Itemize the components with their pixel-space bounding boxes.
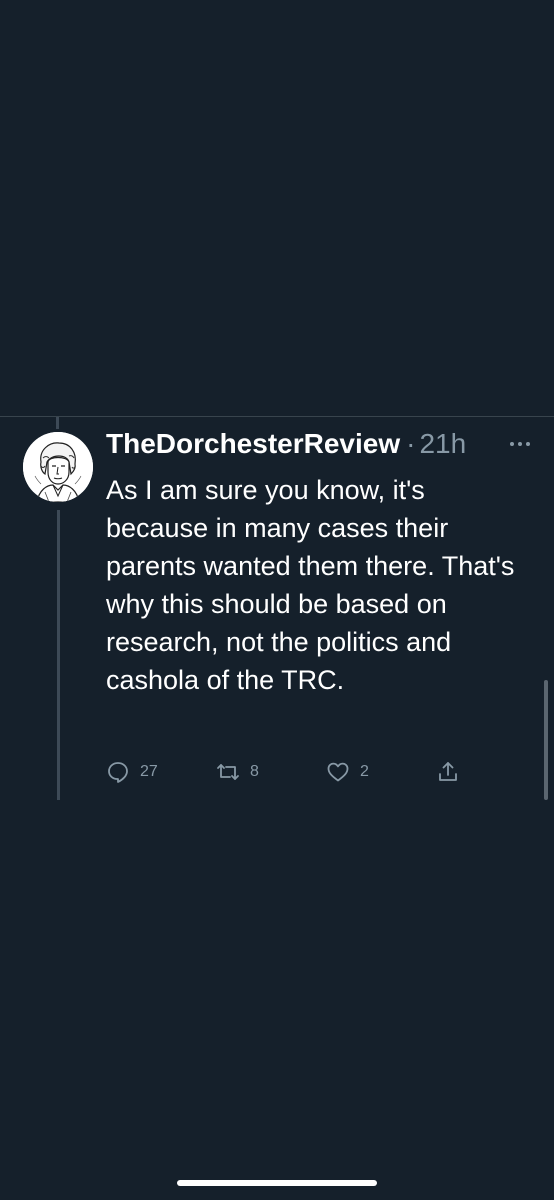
thread-line xyxy=(57,510,60,800)
tweet-text: As I am sure you know, it's because in m… xyxy=(106,475,515,695)
tweet-actions: 27 8 2 xyxy=(106,760,476,790)
retweet-icon xyxy=(217,764,239,780)
like-count: 2 xyxy=(360,763,369,780)
home-indicator[interactable] xyxy=(177,1180,377,1186)
scrollbar[interactable] xyxy=(544,680,548,800)
retweet-count: 8 xyxy=(250,763,259,780)
tweet-timestamp[interactable]: 21h xyxy=(419,428,466,460)
retweet-button[interactable]: 8 xyxy=(216,760,259,784)
reply-button[interactable]: 27 xyxy=(106,760,158,784)
reply-count: 27 xyxy=(140,763,158,780)
portrait-sketch-avatar xyxy=(23,432,93,502)
avatar[interactable] xyxy=(23,432,93,502)
tweet-header: TheDorchesterReview · 21h xyxy=(106,428,526,468)
thread-line-top xyxy=(56,417,59,429)
reply-icon xyxy=(108,762,128,783)
share-icon xyxy=(439,762,457,781)
like-button[interactable]: 2 xyxy=(326,760,369,784)
more-options-icon[interactable] xyxy=(510,438,532,450)
display-name[interactable]: TheDorchesterReview xyxy=(106,428,400,460)
share-button[interactable] xyxy=(436,760,460,784)
heart-icon xyxy=(327,762,349,782)
tweet[interactable]: TheDorchesterReview · 21h As I am sure y… xyxy=(106,428,526,699)
header-separator: · xyxy=(406,428,416,459)
section-divider xyxy=(0,416,554,417)
